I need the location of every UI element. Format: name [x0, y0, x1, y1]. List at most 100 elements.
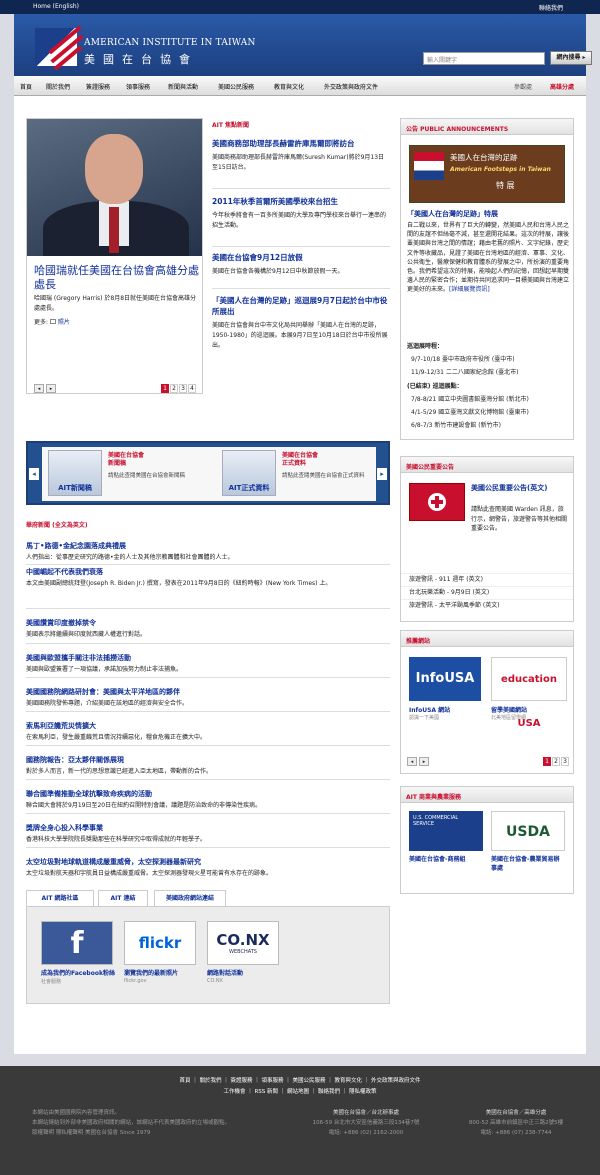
usda-tile[interactable]: USDA 美國在台協會-農業貿易辦事處 — [491, 811, 565, 873]
headline-desc: 美國商務部助理部長赫雷許庫馬爾(Suresh Kumar)將於9月13日至15日… — [212, 154, 385, 171]
list-item: 美國讚賞印度撤掉禁令 美國表示將繼續與印度就西藏人權進行對話。 — [26, 609, 390, 644]
page-4[interactable]: 4 — [188, 384, 196, 393]
carousel-prev-icon[interactable]: ◂ — [29, 468, 39, 480]
news-title[interactable]: 索馬利亞饑荒災情擴大 — [26, 722, 96, 730]
search-button[interactable]: 網內搜尋 ▸ — [550, 51, 592, 65]
nav-policy[interactable]: 外交政策與政府文件 — [324, 82, 378, 91]
citizen-header: 美國公民重要公告 — [401, 457, 573, 473]
nav-citizen[interactable]: 美國公民服務 — [218, 82, 254, 91]
carousel-item-desc: 請點此查閱美國在台協會新聞稿 — [108, 473, 186, 479]
news-title[interactable]: 太空垃圾對地球軌道構成嚴重威脅，太空探測器最新研究 — [26, 858, 201, 866]
headline-item: 美國商務部助理部長赫雷許庫馬爾即將訪台 美國商務部助理部長赫雷許庫馬爾(Sure… — [212, 138, 390, 173]
infousa-tile[interactable]: InfoUSA InfoUSA 網站 認識一下美國 — [409, 657, 481, 721]
home-english-link[interactable]: Home (English) — [33, 3, 79, 10]
flickr-tile[interactable]: flickr 瀏覽我們的最新照片 flickr.gov — [124, 921, 198, 984]
page-3[interactable]: 3 — [561, 757, 569, 766]
headline-title[interactable]: 2011年秋季首爾所美國學校來台招生 — [212, 197, 338, 206]
carousel-item-title: 美國在台協會 正式資料 — [282, 452, 319, 467]
prev-icon[interactable]: ◂ — [34, 384, 44, 393]
search-input[interactable]: 輸入關鍵字 — [423, 52, 545, 65]
footsteps-banner[interactable]: 美國人在台灣的足跡 American Footsteps in Taiwan 特… — [409, 145, 565, 203]
footsteps-title[interactable]: 「美國人在台灣的足跡」特展 — [407, 210, 498, 218]
list-item: 聯合國準備推動全球抗擊致命疾病的活動 聯合國大會將於9月19日至20日在紐約召開特… — [26, 780, 390, 814]
news-title[interactable]: 中國崛起不代表我們衰落 — [26, 568, 103, 576]
commercial-services: AIT 商業與農業服務 U.S. COMMERCIAL SERVICE 美國在台… — [400, 786, 574, 894]
flickr-icon: flickr — [124, 921, 196, 965]
washington-news: 華府新聞 (全文為英文) 馬丁•路德•金紀念園落成典禮展 人們指出：從事歷史研究的… — [26, 520, 390, 884]
nav-education[interactable]: 教育與文化 — [274, 82, 304, 91]
news-desc: 太空垃圾對航天器和宇航員日益構成嚴重威脅。太空探測器發現火星可能曾有水存在的跡象… — [26, 869, 273, 877]
tab-gov-links[interactable]: 美國政府網站連結 — [154, 890, 226, 906]
recommended-header: 推薦網站 — [401, 631, 573, 647]
next-icon[interactable]: ▸ — [419, 757, 429, 766]
feature-desc: 哈國瑞 (Gregory Harris) 於8月8日就任美國在台協會高雄分處處長… — [34, 295, 197, 312]
list-item: 9/7-10/18 臺中市政府市役所 (臺中市) — [411, 356, 515, 363]
list-item: 國務院報告：亞太夥伴關係展現 對於多人而言，新一代的思想意識已經進入亞太地區，帶動… — [26, 746, 390, 780]
education-usa-logo: education USA — [491, 657, 567, 729]
nav-kaohsiung[interactable]: 高雄分處 — [550, 82, 574, 91]
news-desc: 美國與歐盟簽署了一項協議，承諾加強努力制止非法捕魚。 — [26, 665, 183, 673]
citizen-title[interactable]: 美國公民重要公告(英文) — [471, 483, 567, 493]
feature-photo[interactable] — [27, 119, 202, 256]
conx-tile[interactable]: CO.NX WEBCHATS 網路對話活動 CO.NX — [207, 921, 281, 984]
news-title[interactable]: 美國國務院網路研討會：美國與太平洋地區的夥伴 — [26, 688, 180, 696]
public-announcements: 公告 PUBLIC ANNOUNCEMENTS 美國人在台灣的足跡 Americ… — [400, 118, 574, 440]
list-item: 7/8-8/21 國立中央圖書館臺灣分館 (新北市) — [411, 396, 529, 403]
list-item[interactable]: 台北玩樂活動 - 9月9日 (英文) — [401, 587, 573, 600]
flag-handshake-icon — [414, 152, 444, 180]
nav-consular[interactable]: 領事服務 — [126, 82, 150, 91]
page-2[interactable]: 2 — [170, 384, 178, 393]
red-cross-icon[interactable] — [409, 483, 465, 521]
list-item: 美國國務院網路研討會：美國與太平洋地區的夥伴 美國國務院發佈專題，介紹美國在該地區… — [26, 678, 390, 712]
footer-links-secondary[interactable]: 工作機會 ｜ RSS 新聞 ｜ 網站地圖 ｜ 聯絡我們 ｜ 隱私權政策 — [0, 1087, 600, 1098]
nav-visit[interactable]: 參觀處 — [514, 82, 532, 91]
recommended-sites: 推薦網站 InfoUSA InfoUSA 網站 認識一下美國 education… — [400, 630, 574, 774]
carousel-item[interactable]: AIT正式資料 美國在台協會 正式資料 請點此查閱美國在台協會正式資料 — [220, 450, 380, 498]
page-1[interactable]: 1 — [161, 384, 169, 393]
facebook-icon: f — [41, 921, 113, 965]
facebook-tile[interactable]: f 成為我們的Facebook粉絲 社會服務 — [41, 921, 115, 985]
page-3[interactable]: 3 — [179, 384, 187, 393]
contact-link[interactable]: 聯絡我們 — [539, 3, 563, 12]
ait-logo[interactable] — [35, 25, 84, 71]
news-title[interactable]: 馬丁•路德•金紀念園落成典禮展 — [26, 542, 126, 550]
list-item[interactable]: 旅遊警訊 - 911 週年 (英文) — [401, 573, 573, 587]
carousel-item-desc: 請點此查閱美國在台協會正式資料 — [282, 473, 365, 479]
news-title[interactable]: 獎牌全身心投入科學事業 — [26, 824, 103, 832]
nav-home[interactable]: 首頁 — [20, 82, 32, 91]
headline-title[interactable]: 美國在台協會9月12日放假 — [212, 253, 303, 262]
headline-title[interactable]: 「美國人在台灣的足跡」巡迴展9月7日起於台中市役所展出 — [212, 296, 387, 316]
more-photo-link[interactable]: 照片 — [58, 319, 70, 326]
tab-ait-links[interactable]: AIT 連結 — [98, 890, 148, 906]
exhibit-details-link[interactable]: [詳細展覽資訊] — [449, 286, 490, 293]
list-item[interactable]: 旅遊警訊 - 太平洋颱風季節 (英文) — [401, 600, 573, 612]
news-title[interactable]: 美國與歐盟攜手關注非法捕撈活動 — [26, 654, 131, 662]
tab-ait-community[interactable]: AIT 網路社區 — [26, 890, 94, 906]
page-1[interactable]: 1 — [543, 757, 551, 766]
main-content: 哈國瑞就任美國在台協會高雄分處處長 哈國瑞 (Gregory Harris) 於… — [14, 96, 586, 1054]
carousel-next-icon[interactable]: ▸ — [377, 468, 387, 480]
news-title[interactable]: 聯合國準備推動全球抗擊致命疾病的活動 — [26, 790, 152, 798]
footer-links-primary[interactable]: 首頁 ｜ 關於我們 ｜ 簽證服務 ｜ 領事服務 ｜ 美國公民服務 ｜ 教育與文化… — [0, 1076, 600, 1087]
document-carousel: ◂ AIT新聞稿 美國在台協會 新聞稿 請點此查閱美國在台協會新聞稿 AIT正式… — [26, 441, 390, 505]
news-desc: 香港科技大學學院院長獎勵那些在科學研究中取得成就的年輕學子。 — [26, 835, 207, 843]
commercial-service-tile[interactable]: U.S. COMMERCIAL SERVICE 美國在台協會-商務組 — [409, 811, 483, 864]
headline-title[interactable]: 美國商務部助理部長赫雷許庫馬爾即將訪台 — [212, 139, 355, 148]
infousa-logo: InfoUSA — [409, 657, 481, 701]
news-title[interactable]: 國務院報告：亞太夥伴關係展現 — [26, 756, 124, 764]
next-icon[interactable]: ▸ — [46, 384, 56, 393]
prev-icon[interactable]: ◂ — [407, 757, 417, 766]
list-item: 索馬利亞饑荒災情擴大 在索馬利亞，發生嚴重饑荒且情況持續惡化，糧食危機正在擴大中。 — [26, 712, 390, 746]
list-item: 太空垃圾對地球軌道構成嚴重威脅，太空探測器最新研究太空垃圾對航天器和宇航員日益構… — [26, 848, 390, 884]
education-usa-tile[interactable]: education USA 留學美國網站 北美地區留學網 — [491, 657, 567, 729]
feature-title[interactable]: 哈國瑞就任美國在台協會高雄分處處長 — [34, 264, 199, 292]
carousel-item[interactable]: AIT新聞稿 美國在台協會 新聞稿 請點此查閱美國在台協會新聞稿 — [46, 450, 206, 498]
citizen-desc: 請點此查閱美國 Warden 訊息，旅行示，網警告，旅遊警告等其他相關重要公告。 — [471, 506, 568, 532]
nav-about[interactable]: 關於我們 — [46, 82, 70, 91]
social-panel: AIT 網路社區 AIT 連結 美國政府網站連結 f 成為我們的Facebook… — [26, 890, 390, 1004]
nav-visa[interactable]: 簽證服務 — [86, 82, 110, 91]
commercial-service-logo: U.S. COMMERCIAL SERVICE — [409, 811, 483, 851]
page-2[interactable]: 2 — [552, 757, 560, 766]
nav-news[interactable]: 新聞與活動 — [168, 82, 198, 91]
news-title[interactable]: 美國讚賞印度撤掉禁令 — [26, 619, 96, 627]
